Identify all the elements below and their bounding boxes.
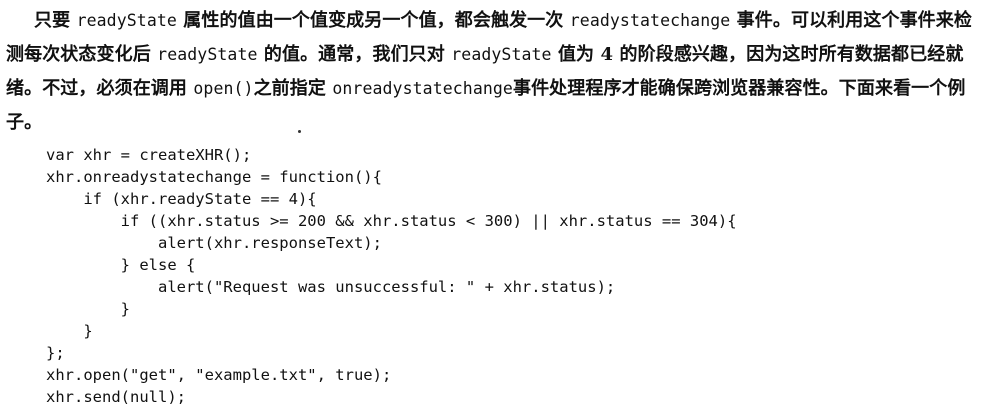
code-line: if (xhr.readyState == 4){ bbox=[46, 190, 317, 208]
code-line: alert(xhr.responseText); bbox=[46, 234, 382, 252]
body-paragraph: 只要 readyState 属性的值由一个值变成另一个值，都会触发一次 read… bbox=[6, 4, 976, 140]
code-line: xhr.send(null); bbox=[46, 388, 186, 406]
code-line: xhr.onreadystatechange = function(){ bbox=[46, 168, 382, 186]
document-page: 只要 readyState 属性的值由一个值变成另一个值，都会触发一次 read… bbox=[0, 0, 986, 409]
paragraph-text: 之前指定 bbox=[253, 78, 333, 99]
code-line: xhr.open("get", "example.txt", true); bbox=[46, 366, 392, 384]
inline-code-onreadystatechange: onreadystatechange bbox=[332, 79, 513, 98]
code-line: }; bbox=[46, 344, 65, 362]
inline-code-readystate: readyState bbox=[451, 45, 552, 64]
code-line: } bbox=[46, 300, 130, 318]
code-line: alert("Request was unsuccessful: " + xhr… bbox=[46, 278, 616, 296]
paragraph-text: 属性的值由一个值变成另一个值，都会触发一次 bbox=[176, 10, 570, 31]
code-line: if ((xhr.status >= 200 && xhr.status < 3… bbox=[46, 212, 737, 230]
inline-code-open: open() bbox=[193, 79, 254, 98]
code-line: } else { bbox=[46, 256, 196, 274]
code-line: } bbox=[46, 322, 93, 340]
paragraph-text: 的值。通常，我们只对 bbox=[257, 44, 452, 65]
code-line: var xhr = createXHR(); bbox=[46, 146, 252, 164]
scan-speck bbox=[298, 130, 301, 133]
code-block: var xhr = createXHR(); xhr.onreadystatech… bbox=[46, 144, 737, 408]
paragraph-text: 只要 bbox=[34, 10, 77, 31]
inline-code-readystate: readyState bbox=[76, 11, 177, 30]
inline-code-readystatechange: readystatechange bbox=[569, 11, 731, 30]
inline-code-readystate: readyState bbox=[157, 45, 258, 64]
